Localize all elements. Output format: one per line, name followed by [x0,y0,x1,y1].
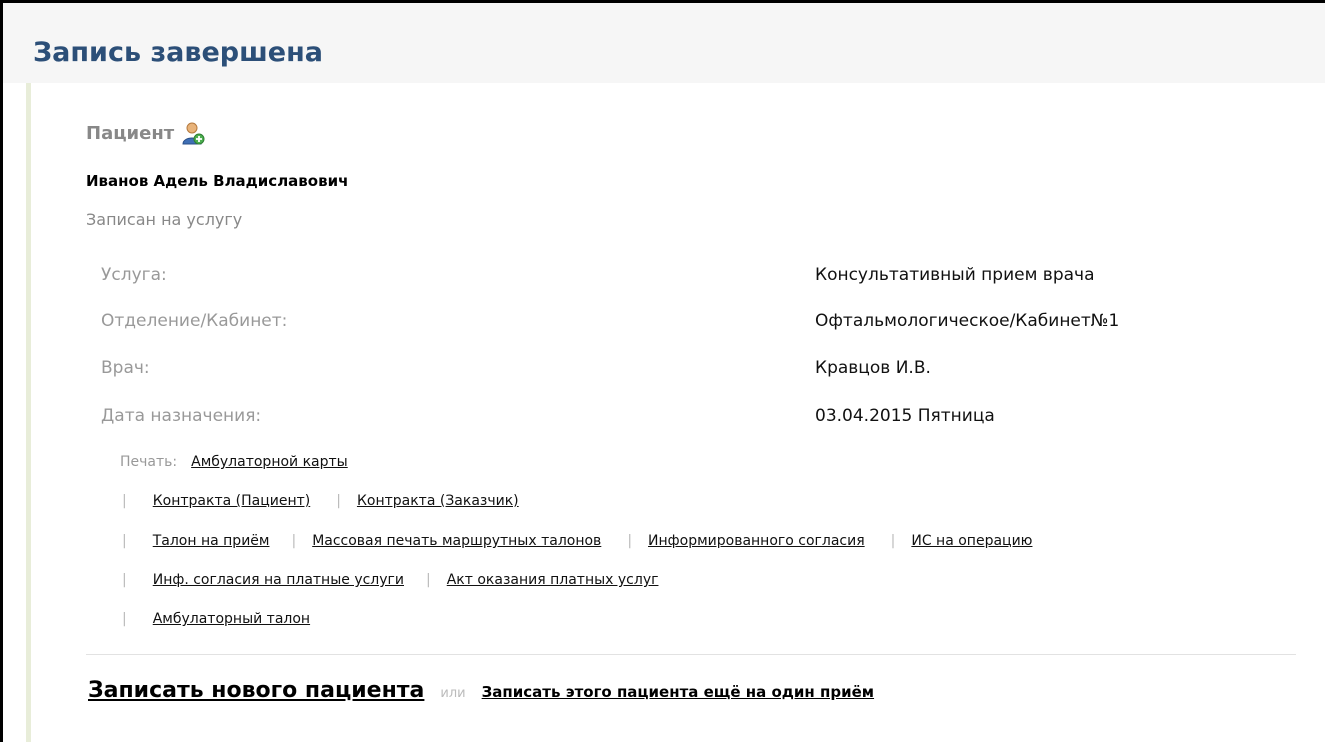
separator: | [291,533,297,549]
patient-section-title: Пациент [86,123,175,144]
separator: | [122,533,127,549]
bottom-actions: Записать нового пациента или Записать эт… [88,678,874,703]
or-label: или [440,686,466,701]
patient-name: Иванов Адель Владиславович [86,172,349,190]
detail-label: Услуга: [101,265,167,285]
detail-value: 03.04.2015 Пятница [815,406,995,426]
print-row-1: Печать: Амбулаторной карты [120,451,348,473]
book-again-link[interactable]: Записать этого пациента ещё на один приё… [482,683,874,701]
user-add-icon [180,121,206,147]
patient-section-label: Пациент [86,120,206,148]
print-ambulatory-ticket-link[interactable]: Амбулаторный талон [153,608,310,630]
accent-line [26,83,31,742]
print-row-4: | Инф. согласия на платные услуги | Акт … [120,569,658,591]
divider [86,654,1296,655]
print-contract-patient-link[interactable]: Контракта (Пациент) [153,490,311,512]
print-ambulatory-card-link[interactable]: Амбулаторной карты [191,451,348,473]
separator: | [890,533,896,549]
new-patient-link[interactable]: Записать нового пациента [88,678,424,703]
print-appointment-ticket-link[interactable]: Талон на приём [153,530,270,552]
separator: | [122,611,127,627]
separator: | [426,572,431,588]
separator: | [336,493,341,509]
separator: | [627,533,633,549]
print-informed-consent-link[interactable]: Информированного согласия [648,530,865,552]
print-row-5: | Амбулаторный талон [120,608,310,630]
detail-row-service: Услуга: Консультативный прием врача [101,260,1301,290]
detail-label: Дата назначения: [101,406,262,426]
detail-value: Кравцов И.В. [815,358,931,378]
print-row-3: | Талон на приём | Массовая печать маршр… [120,530,1032,552]
detail-row-doctor: Врач: Кравцов И.В. [101,353,1301,383]
print-contract-customer-link[interactable]: Контракта (Заказчик) [357,490,519,512]
page-title: Запись завершена [33,37,323,68]
detail-value: Офтальмологическое/Кабинет№1 [815,311,1120,331]
detail-label: Врач: [101,358,150,378]
detail-label: Отделение/Кабинет: [101,311,288,331]
print-surgery-consent-link[interactable]: ИС на операцию [911,530,1032,552]
detail-value: Консультативный прием врача [815,265,1095,285]
print-paid-services-consent-link[interactable]: Инф. согласия на платные услуги [153,569,404,591]
separator: | [122,572,127,588]
service-subtitle: Записан на услугу [86,210,243,229]
print-caption: Печать: [120,454,178,470]
detail-row-date: Дата назначения: 03.04.2015 Пятница [101,401,1301,431]
detail-row-department: Отделение/Кабинет: Офтальмологическое/Ка… [101,306,1301,336]
print-mass-route-tickets-link[interactable]: Массовая печать маршрутных талонов [312,530,601,552]
separator: | [122,493,127,509]
title-bar: Запись завершена [3,3,1325,83]
print-row-2: | Контракта (Пациент) | Контракта (Заказ… [120,490,519,512]
print-paid-services-act-link[interactable]: Акт оказания платных услуг [447,569,659,591]
